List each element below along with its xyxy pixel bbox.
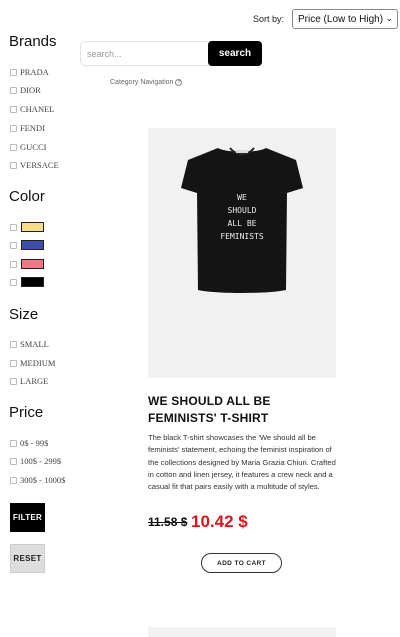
size-option-large[interactable]: LARGE bbox=[10, 376, 48, 386]
size-title: Size bbox=[9, 306, 39, 323]
color-option-yellow[interactable] bbox=[10, 222, 44, 232]
checkbox[interactable] bbox=[10, 260, 17, 268]
brand-option-gucci[interactable]: GUCCI bbox=[10, 142, 46, 152]
sort-select[interactable]: Price (Low to High) ⌄ bbox=[292, 9, 398, 29]
checkbox[interactable] bbox=[10, 340, 17, 348]
brand-option-prada[interactable]: PRADA bbox=[10, 67, 49, 77]
color-option-pink[interactable] bbox=[10, 259, 44, 269]
price-title: Price bbox=[9, 404, 44, 421]
chevron-down-icon: ⌄ bbox=[385, 13, 393, 23]
color-swatch-yellow bbox=[21, 222, 44, 232]
color-swatch-pink bbox=[21, 259, 44, 269]
brand-option-versace[interactable]: VERSACE bbox=[10, 160, 59, 170]
category-navigation-link[interactable]: Category Navigation ? bbox=[110, 79, 183, 86]
sort-label: Sort by: bbox=[252, 14, 284, 24]
checkbox[interactable] bbox=[10, 68, 17, 76]
price-option-300-1000[interactable]: 300$ - 1000$ bbox=[10, 475, 65, 485]
add-to-cart-button[interactable]: ADD TO CART bbox=[201, 553, 282, 573]
product-image[interactable]: WE SHOULD ALL BE FEMINISTS bbox=[148, 128, 336, 378]
checkbox[interactable] bbox=[10, 476, 17, 484]
shirt-text-line-3: ALL BE bbox=[228, 219, 257, 228]
sort-control: Sort by: Price (Low to High) ⌄ bbox=[253, 9, 398, 29]
brands-title: Brands bbox=[9, 33, 57, 50]
shirt-text-line-1: WE bbox=[237, 193, 247, 202]
sale-price: 10.42 $ bbox=[191, 512, 248, 531]
checkbox[interactable] bbox=[10, 278, 17, 286]
color-title: Color bbox=[9, 188, 45, 205]
price-option-0-99[interactable]: 0$ - 99$ bbox=[10, 438, 48, 448]
color-option-blue[interactable] bbox=[10, 240, 44, 250]
checkbox[interactable] bbox=[10, 86, 17, 94]
checkbox[interactable] bbox=[10, 359, 17, 367]
size-option-medium[interactable]: MEDIUM bbox=[10, 358, 55, 368]
checkbox[interactable] bbox=[10, 161, 17, 169]
old-price: 11.58 $ bbox=[148, 515, 188, 529]
product-title[interactable]: WE SHOULD ALL BE FEMINISTS' T-SHIRT bbox=[148, 393, 328, 427]
next-product-image[interactable] bbox=[148, 627, 336, 637]
checkbox[interactable] bbox=[10, 223, 17, 231]
color-swatch-black bbox=[21, 277, 44, 287]
search-button[interactable]: search bbox=[208, 41, 262, 66]
brand-option-chanel[interactable]: CHANEL bbox=[10, 104, 54, 114]
search-input[interactable]: search... bbox=[80, 41, 210, 66]
sort-selected-value: Price (Low to High) bbox=[298, 13, 384, 25]
reset-button[interactable]: RESET bbox=[10, 544, 45, 573]
checkbox[interactable] bbox=[10, 124, 17, 132]
color-option-black[interactable] bbox=[10, 277, 44, 287]
color-swatch-blue bbox=[21, 240, 44, 250]
checkbox[interactable] bbox=[10, 377, 17, 385]
checkbox[interactable] bbox=[10, 457, 17, 465]
info-icon: ? bbox=[175, 79, 183, 86]
checkbox[interactable] bbox=[10, 439, 17, 447]
tshirt-image: WE SHOULD ALL BE FEMINISTS bbox=[181, 147, 303, 293]
product-description: The black T-shirt showcases the 'We shou… bbox=[148, 433, 336, 492]
brand-option-dior[interactable]: DIOR bbox=[10, 85, 41, 95]
brand-option-fendi[interactable]: FENDI bbox=[10, 123, 45, 133]
shirt-text-line-4: FEMINISTS bbox=[220, 232, 264, 241]
filter-button[interactable]: FILTER bbox=[10, 503, 45, 532]
checkbox[interactable] bbox=[10, 241, 17, 249]
price-option-100-299[interactable]: 100$ - 299$ bbox=[10, 456, 61, 466]
shirt-text-line-2: SHOULD bbox=[228, 206, 257, 215]
size-option-small[interactable]: SMALL bbox=[10, 339, 49, 349]
checkbox[interactable] bbox=[10, 105, 17, 113]
checkbox[interactable] bbox=[10, 143, 17, 151]
